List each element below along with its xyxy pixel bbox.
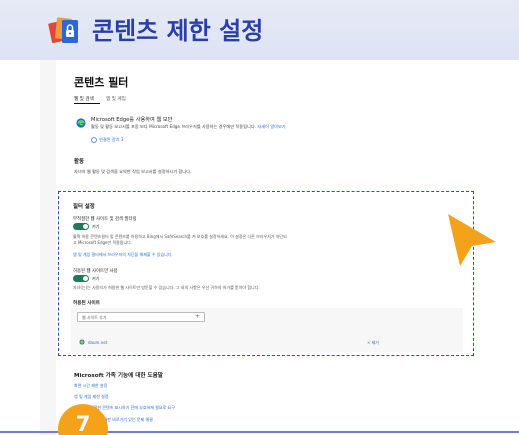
pointer-arrow-icon [448,214,496,266]
activity-heading: 활동 [74,159,84,165]
activity-description: 자녀의 웹 활동 및 검색을 요약한 작업 보고서를 설정하시기 합니다. [74,169,192,174]
inappropriate-filter-toggle[interactable] [73,223,89,230]
banner-title: 콘텐츠 제한 설정 [92,17,264,45]
allowed-site-name[interactable]: daum.net [88,340,107,345]
tab-web-search[interactable]: 웹 및 검색 [74,96,94,102]
inappropriate-filter-toggle-label: 켜기 [92,224,100,229]
learn-more-link[interactable]: 자세히 알아보기 [257,124,285,129]
add-site-input[interactable]: 웹 사이트 추가 + [77,312,205,322]
edge-card-title: Microsoft Edge를 사용하여 웹 보안 [91,117,173,123]
inappropriate-filter-label: 부적절한 웹 사이트 및 검색 필터링 [73,217,137,222]
globe-icon [79,339,85,345]
help-link[interactable]: 앱 및 게임 제한 설정 [74,394,109,400]
filter-settings-heading: 필터 설정 [73,204,95,210]
connected-devices-link[interactable]: 연결된 장치 3 [99,137,124,143]
lock-documents-icon [48,17,78,44]
selected-tab-indicator [74,103,100,104]
content-filter-page: 콘텐츠 필터 웹 및 검색 앱 및 게임 Microsoft Edge를 사용하… [56,60,488,435]
device-icon [91,137,97,143]
remove-site-button[interactable]: × 제거 [367,340,379,346]
add-site-button[interactable]: + [195,314,200,320]
allowed-only-toggle-label: 켜기 [92,276,100,281]
allowed-sites-panel: 웹 사이트 추가 + daum.net × 제거 [71,308,463,352]
help-link[interactable]: 화면 시간 제한 설정 [74,383,107,389]
edge-logo-icon [76,118,86,128]
filter-settings-section: 필터 설정 부적절한 웹 사이트 및 검색 필터링 켜기 활짝 허용 콘텐츠필터… [58,191,474,356]
allowed-only-description: 자녀(는)는 사용자가 허용한 웹 사이트만 방문할 수 있습니다. 그 외의 … [73,285,260,290]
allowed-only-toggle[interactable] [73,275,89,282]
tutorial-banner: 콘텐츠 제한 설정 [0,0,519,60]
app-filter-link[interactable]: 앱 및 게임 필터에서 브라우저의 차단을 해제할 수 있습니다. [73,252,173,258]
browser-frame: 콘텐츠 필터 웹 및 검색 앱 및 게임 Microsoft Edge를 사용하… [40,60,488,435]
tab-apps-games[interactable]: 앱 및 게임 [106,96,126,102]
step-number: 7 [75,412,91,435]
edge-card-description: 활동 및 활동 보고서를 포함 보다 Microsoft Edge 브라우저를 … [91,124,286,129]
add-site-placeholder: 웹 사이트 추가 [82,315,107,320]
allowed-only-label: 허용된 웹 사이트만 사용 [73,269,118,274]
help-heading: Microsoft 가족 기능에 대한 도움말 [74,373,163,379]
allowed-sites-heading: 허용된 사이트 [73,301,100,306]
page-title: 콘텐츠 필터 [74,76,129,89]
inappropriate-filter-description-2: 고 Microsoft Edge만 적용됩니다. [73,240,133,245]
